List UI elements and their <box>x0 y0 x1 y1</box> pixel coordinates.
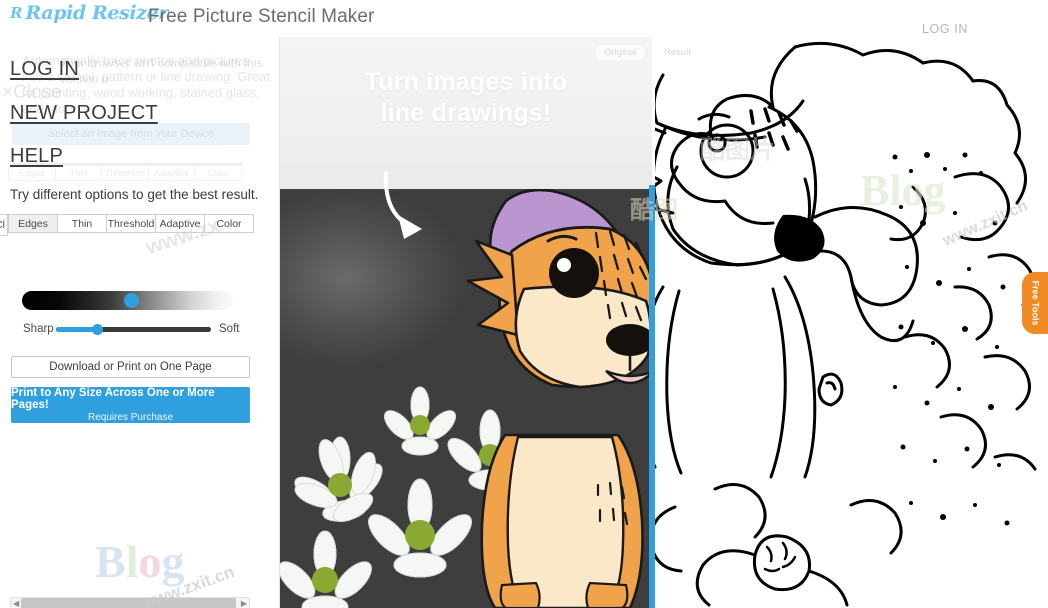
print-button-sublabel: Requires Purchase <box>87 412 174 423</box>
tab-adaptive[interactable]: Adaptive <box>156 214 205 233</box>
ghost-tab: Color <box>194 165 242 181</box>
scroll-left-arrow-icon[interactable]: ◀ <box>13 598 19 608</box>
scrollbar-thumb[interactable] <box>21 598 236 608</box>
logo-wordmark: Rapid Resizer <box>25 2 168 24</box>
page-title: Free Picture Stencil Maker <box>148 6 375 27</box>
slider-label-soft: Soft <box>219 323 240 335</box>
mode-tabs: Edges Thin Threshold Adaptive Color <box>8 214 254 233</box>
tab-color[interactable]: Color <box>205 214 254 233</box>
banner-headline: Turn images into line drawings! <box>280 67 652 129</box>
result-line-drawing-pane[interactable] <box>655 37 1048 608</box>
ghost-close-link[interactable]: ×Close <box>2 83 62 102</box>
sidebar-item-login[interactable]: LOG IN <box>10 58 79 81</box>
slider-label-sharp: Sharp <box>23 323 54 335</box>
original-photo-artwork <box>280 188 650 608</box>
ghost-compat-notice: Your browser isn't compatible with this … <box>60 56 263 86</box>
promo-banner: Turn images into line drawings! <box>280 37 652 189</box>
banner-curved-arrow-icon <box>383 171 422 239</box>
banner-line-2: line drawings! <box>380 99 552 127</box>
image-workspace: Turn images into line drawings! Original… <box>280 37 1048 608</box>
ghost-tab: Threshold <box>101 165 148 181</box>
print-any-size-button[interactable]: Print to Any Size Across One or More Pag… <box>11 387 250 423</box>
brand-logo[interactable]: R Rapid Resizer <box>10 4 168 23</box>
download-print-one-page-button[interactable]: Download or Print on One Page <box>11 356 250 378</box>
free-tools-tab[interactable]: Free Tools <box>1022 272 1048 334</box>
logo-mark-icon: R <box>10 4 23 22</box>
ghost-select-image-button[interactable]: Select an Image from Your Device <box>12 123 250 145</box>
tab-clipped-left[interactable]: Cl <box>0 214 8 236</box>
banner-line-1: Turn images into <box>364 68 568 96</box>
tab-edges[interactable]: Edges <box>8 214 58 233</box>
sidebar-item-new-project[interactable]: NEW PROJECT <box>10 102 158 125</box>
header-login-link[interactable]: LOG IN <box>922 22 968 36</box>
tab-threshold[interactable]: Threshold <box>107 214 156 233</box>
app-header: R Rapid Resizer Free Picture Stencil Mak… <box>0 0 1048 37</box>
before-after-divider-handle[interactable] <box>649 185 655 608</box>
sidebar-horizontal-scrollbar[interactable]: ◀ ▶ <box>10 597 250 608</box>
options-hint-text: Try different options to get the best re… <box>10 187 259 202</box>
sidebar-panel: Automatically trace photos and pictures … <box>0 37 280 608</box>
result-artwork <box>655 41 1037 607</box>
badge-result: Result <box>656 45 699 60</box>
sharpness-slider-knob[interactable] <box>92 324 103 335</box>
sidebar-item-help[interactable]: HELP <box>10 145 63 168</box>
tab-thin[interactable]: Thin <box>58 214 107 233</box>
ghost-tab: Adaptive <box>147 165 195 181</box>
app-root: R Rapid Resizer Free Picture Stencil Mak… <box>0 0 1048 608</box>
original-photo-pane[interactable] <box>280 185 650 608</box>
free-tools-label: Free Tools <box>1030 280 1040 326</box>
print-button-label: Print to Any Size Across One or More Pag… <box>11 387 215 411</box>
scroll-right-arrow-icon[interactable]: ▶ <box>241 598 247 608</box>
badge-original: Original <box>596 45 645 60</box>
threshold-gradient-knob[interactable] <box>124 293 139 308</box>
